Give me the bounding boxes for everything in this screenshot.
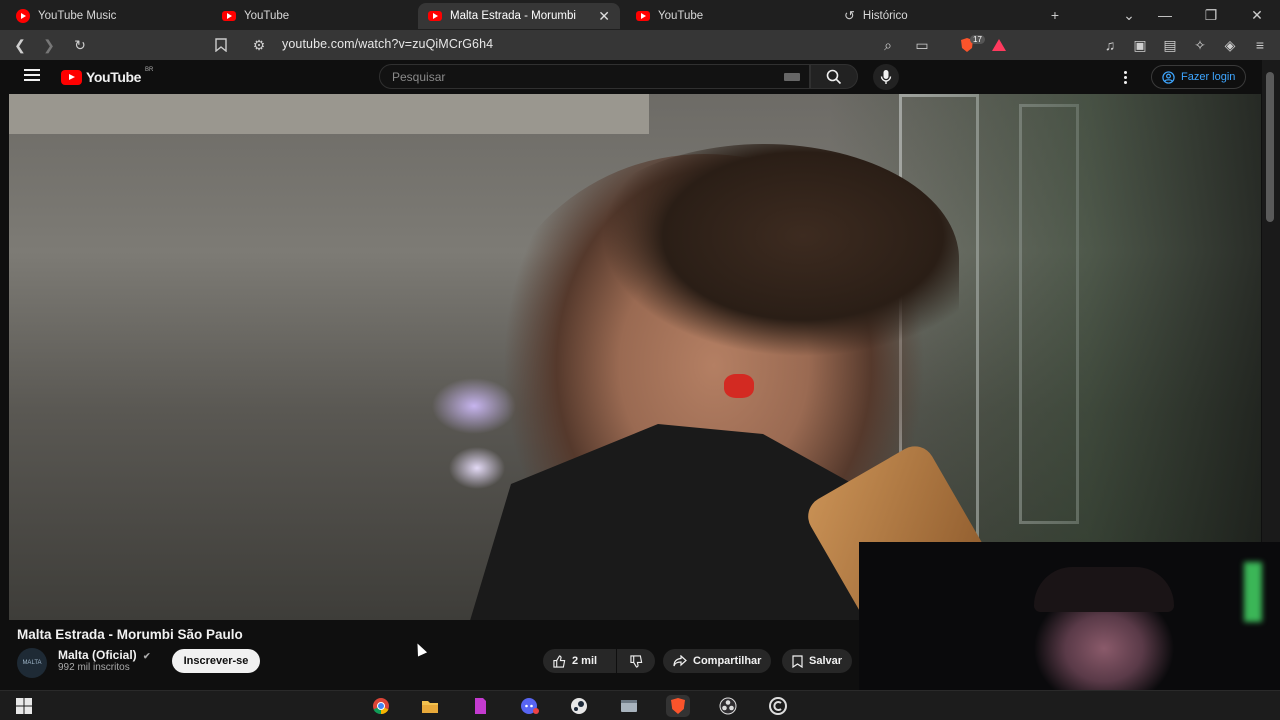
video-title: Malta Estrada - Morumbi São Paulo (17, 627, 243, 642)
keyboard-icon[interactable] (784, 73, 800, 81)
address-bar[interactable]: youtube.com/watch?v=zuQiMCrG6h4 (282, 37, 493, 51)
tab-list-chevron-icon[interactable]: ⌄ (1116, 4, 1142, 26)
tab-title: Histórico (862, 10, 908, 22)
new-tab-button[interactable]: + (1042, 4, 1068, 26)
tab-youtube[interactable]: YouTube (212, 3, 412, 29)
reload-icon[interactable]: ↻ (69, 34, 91, 56)
minimize-button[interactable]: — (1152, 4, 1178, 26)
video-frame-tent-ceiling (9, 94, 649, 134)
vpn-shield-icon[interactable]: ◈ (1219, 34, 1241, 56)
tab-title: YouTube (244, 10, 290, 22)
menu-icon[interactable]: ≡ (1249, 34, 1271, 56)
thumbs-up-icon (553, 654, 566, 668)
search-button[interactable] (810, 64, 858, 89)
youtube-icon (222, 11, 236, 21)
browser-tab-strip: YouTube Music YouTube Malta Estrada - Mo… (0, 0, 1280, 30)
tab-title: YouTube Music (38, 10, 117, 22)
search-input[interactable]: Pesquisar (379, 64, 810, 89)
zoom-icon[interactable]: ⌕ (877, 34, 899, 56)
channel-name[interactable]: Malta (Oficial) ✔ (58, 648, 151, 662)
windows-taskbar (0, 690, 1280, 720)
tab-youtube-2[interactable]: YouTube (626, 3, 826, 29)
video-frame-in-ear-monitor (724, 374, 754, 398)
sign-in-label: Fazer login (1181, 71, 1236, 83)
tab-historico[interactable]: ↺ Histórico (834, 3, 1034, 29)
steam-icon[interactable] (567, 695, 591, 717)
sidebar-icon[interactable]: ▣ (1129, 34, 1151, 56)
share-icon (673, 655, 687, 667)
youtube-header: YouTube BR Pesquisar Fazer login (0, 60, 1262, 94)
webcam-person-hat (1034, 567, 1174, 612)
thumbs-down-icon (629, 654, 642, 668)
like-button[interactable]: 2 mil (543, 649, 616, 673)
obs-studio-icon[interactable] (716, 695, 740, 717)
leo-ai-icon[interactable]: ✧ (1189, 34, 1211, 56)
tab-malta-estrada[interactable]: Malta Estrada - Morumbi ✕ (418, 3, 620, 29)
windows-start-icon[interactable] (12, 695, 36, 717)
close-tab-icon[interactable]: ✕ (598, 8, 610, 25)
back-arrow-icon[interactable]: ❮ (9, 34, 31, 56)
more-options-icon[interactable] (1120, 68, 1130, 86)
share-label: Compartilhar (693, 655, 762, 667)
file-explorer-icon[interactable] (418, 695, 442, 717)
account-icon (1162, 70, 1175, 84)
share-button[interactable]: Compartilhar (663, 649, 772, 673)
subscriber-count: 992 mil inscritos (58, 662, 130, 673)
shields-count-badge: 17 (970, 35, 985, 44)
youtube-logo[interactable]: YouTube BR (61, 67, 154, 85)
browser-toolbar: ❮ ❯ ↻ ⚙ youtube.com/watch?v=zuQiMCrG6h4 … (0, 30, 1280, 60)
app-purple-icon[interactable] (468, 695, 492, 717)
tab-title: Malta Estrada - Morumbi (450, 10, 576, 22)
music-note-icon[interactable]: ♫ (1099, 34, 1121, 56)
history-icon: ↺ (844, 8, 855, 23)
scrollbar-thumb[interactable] (1266, 72, 1274, 222)
search-placeholder: Pesquisar (392, 70, 446, 84)
forward-arrow-icon[interactable]: ❯ (38, 34, 60, 56)
video-metadata: Malta Estrada - Morumbi São Paulo MALTA … (0, 620, 859, 685)
brave-rewards-icon[interactable] (988, 34, 1010, 56)
like-count: 2 mil (572, 655, 598, 667)
chrome-icon[interactable] (369, 695, 393, 717)
save-playlist-icon (792, 654, 803, 668)
wallet-icon[interactable]: ▤ (1159, 34, 1181, 56)
youtube-logo-icon (61, 69, 82, 85)
youtube-music-icon (16, 9, 30, 23)
verified-check-icon: ✔ (143, 651, 151, 661)
voice-search-button[interactable] (873, 64, 899, 90)
bookmark-icon[interactable] (210, 34, 232, 56)
brave-browser-icon[interactable] (666, 695, 690, 717)
search-icon (826, 69, 842, 84)
site-settings-icon[interactable]: ⚙ (248, 34, 270, 56)
channel-name-label: Malta (Oficial) (58, 648, 137, 662)
app-window-icon[interactable] (617, 695, 641, 717)
close-window-button[interactable]: ✕ (1244, 4, 1270, 26)
restore-button[interactable]: ❐ (1198, 4, 1224, 26)
video-frame-performer-hair (569, 144, 959, 374)
webcam-overlay (859, 542, 1280, 690)
webcam-green-light (1244, 562, 1262, 622)
youtube-logo-text: YouTube (86, 69, 142, 85)
dislike-button[interactable] (617, 649, 655, 673)
tab-title: YouTube (658, 10, 704, 22)
microphone-icon (880, 70, 892, 84)
save-button[interactable]: Salvar (782, 649, 853, 673)
sign-in-button[interactable]: Fazer login (1151, 65, 1247, 89)
cast-icon[interactable]: ▭ (911, 34, 933, 56)
youtube-icon (636, 11, 650, 21)
ccleaner-icon[interactable] (766, 695, 790, 717)
hamburger-menu-icon[interactable] (24, 69, 40, 81)
region-code: BR (145, 67, 154, 73)
channel-avatar-text: MALTA (22, 660, 42, 666)
channel-avatar[interactable]: MALTA (17, 648, 47, 678)
subscribe-button[interactable]: Inscrever-se (172, 649, 260, 673)
save-label: Salvar (809, 655, 843, 667)
tab-youtube-music[interactable]: YouTube Music (6, 3, 206, 29)
youtube-icon (428, 11, 442, 21)
discord-icon[interactable] (518, 695, 542, 717)
